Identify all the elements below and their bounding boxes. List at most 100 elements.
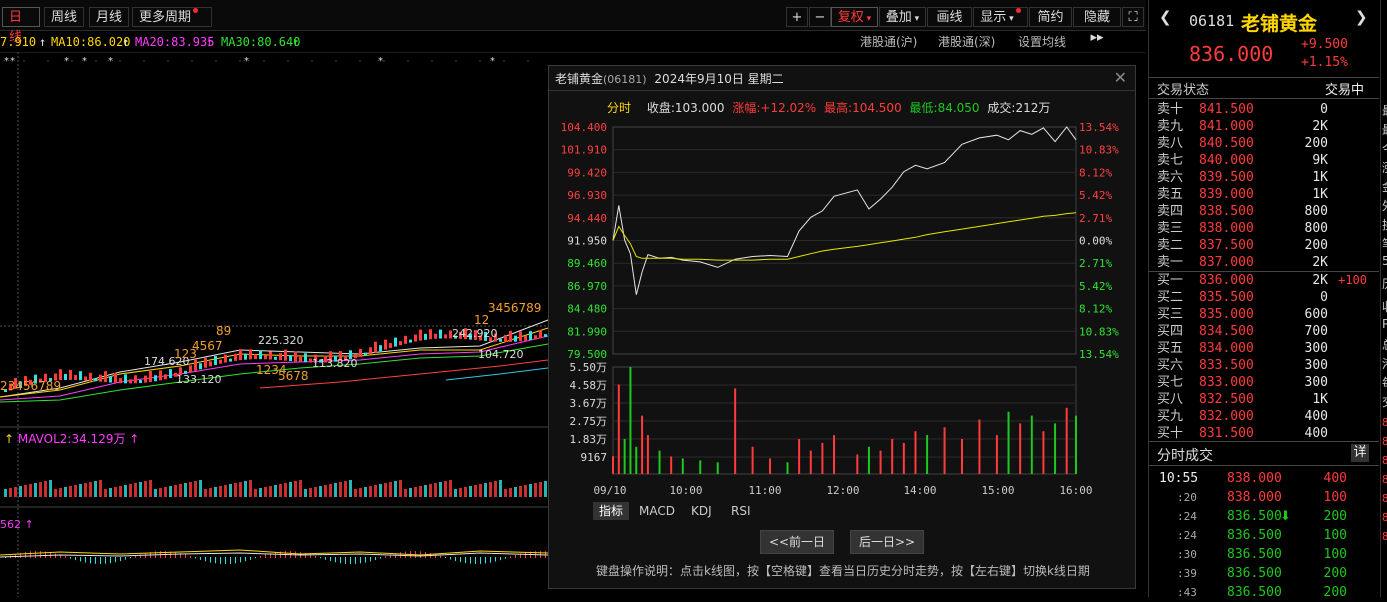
trade-row: :30 836.500 100 <box>1149 545 1379 564</box>
period-tab-1[interactable]: 周线 <box>44 7 84 27</box>
bid-row[interactable]: 买三 835.000 600 <box>1149 306 1379 323</box>
vol-bar <box>74 485 77 497</box>
trades-detail-button[interactable]: 详 <box>1351 444 1369 462</box>
candle <box>424 333 427 340</box>
last-price: 836.000 <box>1189 42 1274 66</box>
level-volume: 2K <box>1312 255 1328 270</box>
candle <box>149 371 152 383</box>
intraday-chart[interactable]: 104.400 13.54% 101.910 10.83% 99.420 8.12% 96.… <box>549 116 1135 536</box>
toolbar-button-0[interactable]: + <box>786 7 808 27</box>
vol-tick-label: 1.83万 <box>570 433 608 446</box>
toolbar-button-4[interactable]: 画线 <box>927 7 972 27</box>
vol-bar <box>199 480 202 497</box>
level-label: 卖九 <box>1157 119 1184 134</box>
divider <box>1149 441 1379 442</box>
info-high: 最高:104.500 <box>824 101 902 115</box>
left-chevron-icon[interactable]: ❮ <box>1159 8 1172 26</box>
tab-intraday[interactable]: 分时 <box>607 101 631 115</box>
macd-bar <box>370 557 371 562</box>
trade-time: :20 <box>1177 491 1197 504</box>
event-star-icon: * <box>64 56 69 67</box>
candle <box>284 349 287 361</box>
vol-bar <box>189 482 192 497</box>
period-tab-0[interactable]: 日线 <box>2 7 40 45</box>
toolbar-button-3[interactable]: 叠加 ▾ <box>879 7 926 27</box>
side-label: 每 <box>1382 374 1387 391</box>
prev-day-button[interactable]: <<前一日 <box>760 530 834 554</box>
macd-bar <box>315 555 316 558</box>
vol-bar <box>359 488 362 497</box>
ask-row[interactable]: 卖四 838.500 800 <box>1149 203 1379 220</box>
level-label: 买一 <box>1157 273 1184 288</box>
vol-bar <box>339 482 342 497</box>
period-tab-3[interactable]: 更多周期 <box>132 7 212 27</box>
toolbar-button-5[interactable]: 显示 ▾ <box>973 7 1028 27</box>
level-volume: 800 <box>1304 221 1328 236</box>
ask-row[interactable]: 卖六 839.500 1K <box>1149 169 1379 186</box>
trade-time: :43 <box>1177 586 1197 599</box>
toolbar-button-1[interactable]: − <box>809 7 831 27</box>
macd-bar <box>65 556 66 558</box>
macd-bar <box>225 557 226 564</box>
vol-bar <box>294 481 297 497</box>
ask-row[interactable]: 卖五 839.000 1K <box>1149 186 1379 203</box>
volume-bar <box>879 450 882 474</box>
macd-bar <box>360 557 361 564</box>
bid-row[interactable]: 买五 834.000 300 <box>1149 340 1379 357</box>
bid-row[interactable]: 买七 833.000 300 <box>1149 374 1379 391</box>
ask-row[interactable]: 卖一 837.000 2K <box>1149 254 1379 271</box>
bid-row[interactable]: 买六 833.500 300 <box>1149 357 1379 374</box>
ma-link-2[interactable]: 设置均线 <box>1018 32 1066 52</box>
trade-time: :30 <box>1177 548 1197 561</box>
vol-bar <box>529 484 532 497</box>
macd-bar <box>215 557 216 564</box>
candle <box>219 359 222 364</box>
period-tab-label: 月线 <box>96 10 123 25</box>
ask-row[interactable]: 卖七 840.000 9K <box>1149 152 1379 169</box>
ma-link-0[interactable]: 港股通(沪) <box>860 32 917 52</box>
ask-row[interactable]: 卖十 841.500 0 <box>1149 101 1379 118</box>
indicator-tab-kdj[interactable]: KDJ <box>685 502 718 520</box>
bid-row[interactable]: 买一 836.000 2K +100 <box>1149 272 1379 289</box>
macd-bar <box>505 557 506 559</box>
candle <box>399 341 402 346</box>
macd-bar <box>185 554 186 558</box>
side-label: 今 <box>1382 140 1387 157</box>
toolbar-button-label: 显示 <box>980 10 1007 25</box>
bid-row[interactable]: 买二 835.500 0 <box>1149 289 1379 306</box>
vol-bar <box>159 488 162 497</box>
macd-bar <box>260 555 261 558</box>
vol-bar <box>9 488 12 497</box>
vol-bar <box>394 481 397 497</box>
macd-bar <box>220 557 221 564</box>
next-day-button[interactable]: 后一日>> <box>850 530 924 554</box>
bid-row[interactable]: 买九 832.000 400 <box>1149 408 1379 425</box>
volume-bar <box>658 450 661 474</box>
candle <box>409 339 412 343</box>
period-tab-2[interactable]: 月线 <box>89 7 129 27</box>
bid-row[interactable]: 买四 834.500 700 <box>1149 323 1379 340</box>
vol-bar <box>239 482 242 497</box>
toolbar-button-2[interactable]: 复权 ▾ <box>831 7 878 27</box>
ask-row[interactable]: 卖三 838.000 800 <box>1149 220 1379 237</box>
ask-row[interactable]: 卖九 841.000 2K <box>1149 118 1379 135</box>
right-chevron-icon[interactable]: ❯ <box>1355 8 1368 26</box>
level-price: 838.000 <box>1199 221 1254 236</box>
indicator-tab-指标[interactable]: 指标 <box>593 502 630 520</box>
bid-row[interactable]: 买八 832.500 1K <box>1149 391 1379 408</box>
fullscreen-icon[interactable]: ⛶ <box>1122 7 1144 27</box>
volume-bar <box>617 384 620 474</box>
bid-row[interactable]: 买十 831.500 400 <box>1149 425 1379 442</box>
indicator-tab-rsi[interactable]: RSI <box>725 502 757 520</box>
candle <box>544 334 547 338</box>
ask-row[interactable]: 卖八 840.500 200 <box>1149 135 1379 152</box>
vol-bar <box>464 487 467 497</box>
toolbar-button-7[interactable]: 隐藏 ▸▸ <box>1073 7 1121 45</box>
toolbar-button-6[interactable]: 简约 <box>1029 7 1072 27</box>
candle <box>524 335 527 341</box>
ma-link-1[interactable]: 港股通(深) <box>938 32 995 52</box>
ask-row[interactable]: 卖二 837.500 200 <box>1149 237 1379 254</box>
volume-bar <box>914 431 917 474</box>
indicator-tab-macd[interactable]: MACD <box>633 502 681 520</box>
close-icon[interactable]: ✕ <box>1114 68 1127 87</box>
